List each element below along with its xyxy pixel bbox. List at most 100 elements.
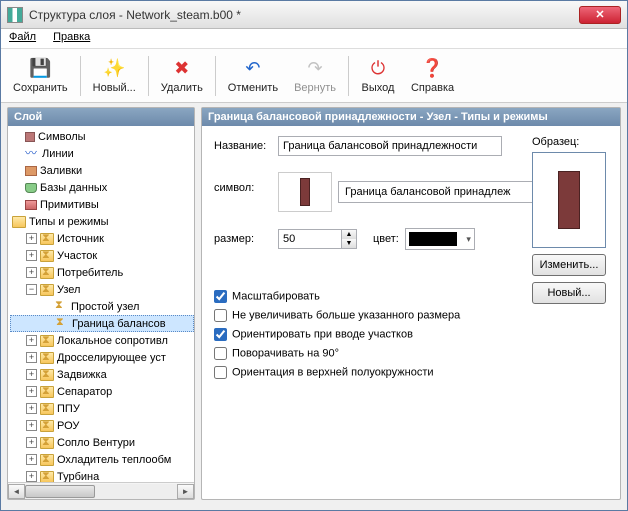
tree-consumer[interactable]: +Потребитель [10,264,194,281]
new-icon: ✨ [103,58,125,80]
tree-databases[interactable]: Базы данных [10,179,194,196]
tree-primitives[interactable]: Примитивы [10,196,194,213]
form: Название: символ: Граница балансовой при… [202,126,620,499]
scroll-thumb[interactable] [25,485,95,498]
app-window: Структура слоя - Network_steam.b00 * ✕ Ф… [0,0,628,511]
menubar: Файл Правка [1,29,627,49]
menu-file[interactable]: Файл [9,31,36,43]
tree-section[interactable]: +Участок [10,247,194,264]
toolbar: 💾Сохранить ✨Новый... ✖Удалить ↶Отменить … [1,49,627,103]
exit-button[interactable]: ⏻Выход [353,52,403,100]
scroll-track[interactable] [25,484,177,499]
scroll-right-icon[interactable]: ► [177,484,194,499]
size-label: размер: [214,233,278,245]
expand-icon[interactable]: + [26,454,37,465]
new-button[interactable]: ✨Новый... [85,52,144,100]
cb-rotate90-label[interactable]: Поворачивать на 90° [214,347,590,360]
sample-canvas [532,152,606,248]
menu-edit[interactable]: Правка [53,31,90,43]
tree-boundary[interactable]: Граница балансов [10,315,194,332]
window-title: Структура слоя - Network_steam.b00 * [29,8,579,22]
sample-label: Образец: [532,136,608,148]
expand-icon[interactable]: + [26,471,37,482]
expand-icon[interactable]: + [26,369,37,380]
tree-separator[interactable]: +Сепаратор [10,383,194,400]
cb-scale[interactable] [214,290,227,303]
sample-box: Образец: Изменить... Новый... [532,136,608,304]
name-input[interactable] [278,136,502,156]
tree-source[interactable]: +Источник [10,230,194,247]
scroll-left-icon[interactable]: ◄ [8,484,25,499]
tree-ppu[interactable]: +ППУ [10,400,194,417]
symbol-preview [278,172,332,212]
tree-scrollbar[interactable]: ◄ ► [8,482,194,499]
tree-fills[interactable]: Заливки [10,162,194,179]
cb-upper[interactable] [214,366,227,379]
separator [348,56,349,96]
expand-icon[interactable]: + [26,386,37,397]
delete-icon: ✖ [171,58,193,80]
detail-header: Граница балансовой принадлежности - Узел… [202,108,620,126]
tree-simple-node[interactable]: Простой узел [10,298,194,315]
tree-lines[interactable]: Линии [10,145,194,162]
redo-button[interactable]: ↷Вернуть [286,52,344,100]
tree-symbols[interactable]: Символы [10,128,194,145]
separator [148,56,149,96]
color-swatch [409,232,457,246]
cb-nogrow-label[interactable]: Не увеличивать больше указанного размера [214,309,608,322]
tree-venturi[interactable]: +Сопло Вентури [10,434,194,451]
cb-orient-label[interactable]: Ориентировать при вводе участков [214,328,590,341]
cb-nogrow[interactable] [214,309,227,322]
tree-turbine[interactable]: +Турбина [10,468,194,482]
detail-panel: Граница балансовой принадлежности - Узел… [201,107,621,500]
tree-header: Слой [8,108,194,126]
undo-icon: ↶ [242,58,264,80]
app-icon [7,7,23,23]
tree-local[interactable]: +Локальное сопротивл [10,332,194,349]
tree-throttle[interactable]: +Дросселирующее уст [10,349,194,366]
tree-cooler[interactable]: +Охладитель теплообм [10,451,194,468]
collapse-icon[interactable]: − [26,284,37,295]
expand-icon[interactable]: + [26,352,37,363]
separator [80,56,81,96]
tree[interactable]: Символы Линии Заливки Базы данных Примит… [8,126,194,482]
spin-down-icon[interactable]: ▼ [342,239,356,248]
symbol-dropdown[interactable]: Граница балансовой принадлеж [338,181,544,203]
help-button[interactable]: ❓Справка [403,52,462,100]
exit-icon: ⏻ [367,58,389,80]
change-button[interactable]: Изменить... [532,254,606,276]
name-label: Название: [214,140,278,152]
undo-button[interactable]: ↶Отменить [220,52,286,100]
expand-icon[interactable]: + [26,420,37,431]
expand-icon[interactable]: + [26,403,37,414]
redo-icon: ↷ [304,58,326,80]
separator [215,56,216,96]
symbol-label: символ: [214,182,278,194]
tree-rou[interactable]: +РОУ [10,417,194,434]
size-stepper[interactable]: ▲▼ [278,229,357,249]
save-button[interactable]: 💾Сохранить [5,52,76,100]
tree-panel: Слой Символы Линии Заливки Базы данных П… [7,107,195,500]
cb-orient[interactable] [214,328,227,341]
spin-up-icon[interactable]: ▲ [342,230,356,239]
new-sample-button[interactable]: Новый... [532,282,606,304]
color-dropdown[interactable] [405,228,475,250]
cb-upper-label[interactable]: Ориентация в верхней полуокружности [214,366,608,379]
save-icon: 💾 [29,58,51,80]
size-input[interactable] [278,229,342,249]
expand-icon[interactable]: + [26,335,37,346]
expand-icon[interactable]: + [26,437,37,448]
body: Слой Символы Линии Заливки Базы данных П… [1,103,627,510]
help-icon: ❓ [422,58,444,80]
color-label: цвет: [373,233,399,245]
delete-button[interactable]: ✖Удалить [153,52,211,100]
expand-icon[interactable]: + [26,233,37,244]
expand-icon[interactable]: + [26,250,37,261]
tree-node[interactable]: −Узел [10,281,194,298]
titlebar: Структура слоя - Network_steam.b00 * ✕ [1,1,627,29]
cb-rotate90[interactable] [214,347,227,360]
tree-types[interactable]: Типы и режимы [10,213,194,230]
tree-valve[interactable]: +Задвижка [10,366,194,383]
expand-icon[interactable]: + [26,267,37,278]
close-button[interactable]: ✕ [579,6,621,24]
